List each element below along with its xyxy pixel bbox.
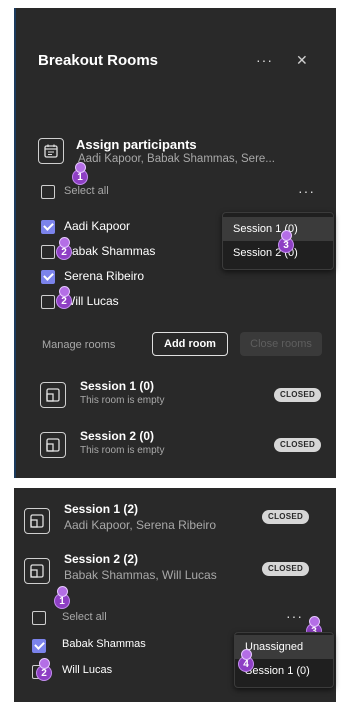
- step-marker-1: 1: [72, 162, 88, 185]
- add-room-button[interactable]: Add room: [152, 332, 228, 356]
- step-marker-4: 4: [238, 649, 254, 672]
- room-participants: Babak Shammas, Will Lucas: [64, 568, 217, 582]
- breakout-rooms-panel-assigned: Session 1 (2) Aadi Kapoor, Serena Ribeir…: [14, 488, 336, 702]
- select-all-checkbox[interactable]: [32, 611, 46, 625]
- select-all-checkbox[interactable]: [41, 185, 55, 199]
- room-participants: Aadi Kapoor, Serena Ribeiro: [64, 518, 217, 532]
- assign-participants-icon[interactable]: [38, 138, 64, 164]
- more-options-icon[interactable]: ···: [286, 608, 303, 624]
- close-icon[interactable]: ✕: [296, 52, 308, 69]
- participant-checkbox[interactable]: [32, 639, 46, 653]
- close-rooms-button[interactable]: Close rooms: [240, 332, 322, 356]
- status-badge: CLOSED: [274, 438, 322, 452]
- status-badge: CLOSED: [262, 562, 310, 576]
- room-title[interactable]: Session 2 (2): [64, 552, 138, 566]
- step-marker-2: 2: [56, 286, 72, 309]
- step-marker-1: 1: [54, 586, 70, 609]
- select-all-label: Select all: [62, 611, 107, 623]
- room-icon: [40, 382, 66, 408]
- menu-item-session-1[interactable]: Session 1 (0): [223, 217, 333, 241]
- room-subtitle: This room is empty: [80, 445, 165, 456]
- manage-rooms-label: Manage rooms: [42, 339, 116, 351]
- room-icon: [24, 508, 50, 534]
- more-options-icon[interactable]: ···: [298, 183, 315, 199]
- participant-name: Serena Ribeiro: [64, 269, 145, 283]
- participant-name: Will Lucas: [62, 664, 113, 676]
- step-marker-2: 2: [56, 237, 72, 260]
- panel-title: Breakout Rooms: [38, 52, 159, 69]
- participant-name: Will Lucas: [64, 294, 119, 308]
- room-title[interactable]: Session 1 (2): [64, 502, 138, 516]
- room-icon: [40, 432, 66, 458]
- step-marker-2: 2: [36, 658, 52, 681]
- status-badge: CLOSED: [274, 388, 322, 402]
- participant-name: Babak Shammas: [64, 244, 156, 258]
- room-subtitle: This room is empty: [80, 395, 165, 406]
- room-icon: [24, 558, 50, 584]
- room-title[interactable]: Session 1 (0): [80, 379, 154, 393]
- room-title[interactable]: Session 2 (0): [80, 429, 154, 443]
- select-all-label: Select all: [64, 185, 109, 197]
- participant-name: Babak Shammas: [62, 638, 146, 650]
- participant-checkbox[interactable]: [41, 295, 55, 309]
- status-badge: CLOSED: [262, 510, 310, 524]
- participant-name: Aadi Kapoor: [64, 219, 131, 233]
- breakout-rooms-panel: Breakout Rooms ··· ✕ Assign participants…: [14, 8, 336, 478]
- step-marker-3: 3: [278, 230, 294, 253]
- participant-checkbox[interactable]: [41, 270, 55, 284]
- participant-checkbox[interactable]: [41, 245, 55, 259]
- participant-checkbox[interactable]: [41, 220, 55, 234]
- assign-participants-names: Aadi Kapoor, Babak Shammas, Sere...: [78, 153, 275, 165]
- more-options-icon[interactable]: ···: [256, 52, 273, 68]
- assign-participants-title[interactable]: Assign participants: [76, 137, 197, 152]
